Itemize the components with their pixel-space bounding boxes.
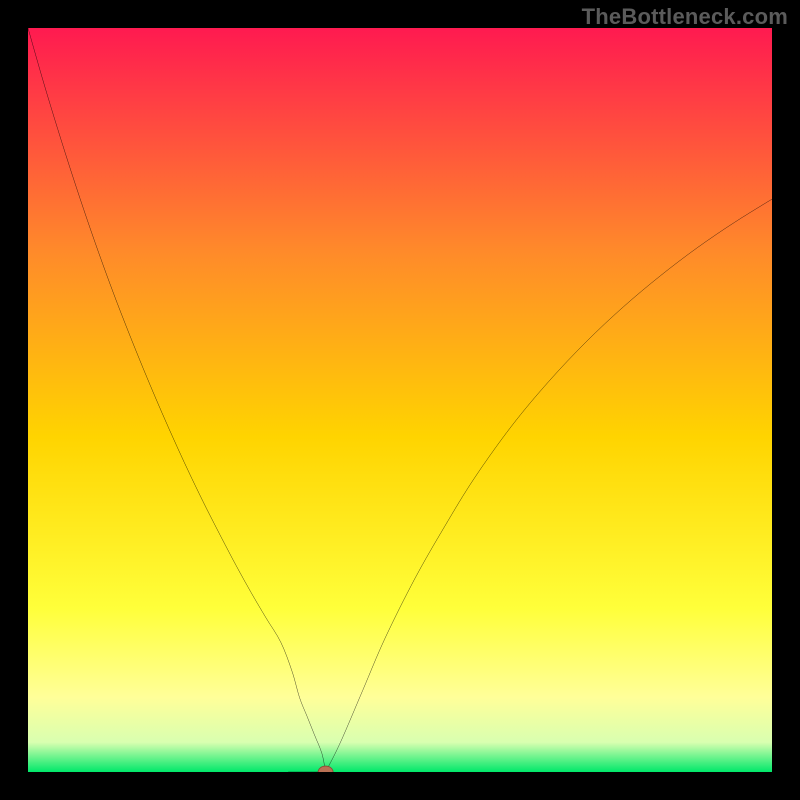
watermark-text: TheBottleneck.com xyxy=(582,4,788,30)
bottleneck-chart xyxy=(28,28,772,772)
gradient-background xyxy=(28,28,772,772)
chart-frame: TheBottleneck.com xyxy=(0,0,800,800)
